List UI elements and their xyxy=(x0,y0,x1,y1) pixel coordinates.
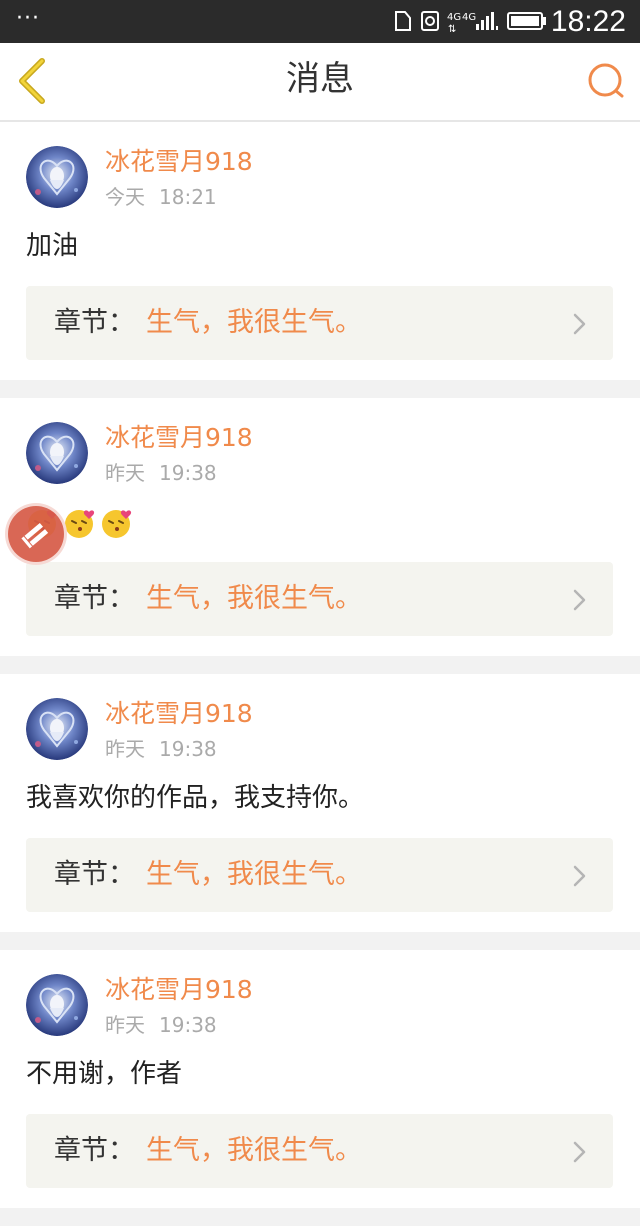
timestamp: 昨天 19:38 xyxy=(105,1012,231,1038)
timestamp-time: 19:38 xyxy=(159,737,217,761)
chevron-right-icon xyxy=(573,313,586,335)
message-list: 冰花雪月918 今天 18:21 加油 章节： 生气，我很生气。 冰花雪月918… xyxy=(0,122,640,1226)
message-card: 冰花雪月918 昨天 19:38 不用谢，作者 章节： 生气，我很生气。 xyxy=(0,950,640,1208)
chapter-name: 生气，我很生气。 xyxy=(146,307,362,338)
app-header: 消息 xyxy=(0,43,640,122)
chevron-right-icon xyxy=(573,1141,586,1163)
avatar[interactable] xyxy=(26,146,88,208)
chapter-link[interactable]: 章节： 生气，我很生气。 xyxy=(26,1114,613,1188)
floating-assist-button[interactable] xyxy=(5,503,67,565)
chapter-link[interactable]: 章节： 生气，我很生气。 xyxy=(26,286,613,360)
kiss-emoji-icon xyxy=(102,510,132,538)
user-avatar-image xyxy=(26,974,88,1036)
page-title: 消息 xyxy=(286,59,354,99)
user-avatar-image xyxy=(26,146,88,208)
svg-text:4G: 4G xyxy=(462,12,476,23)
svg-text:4G: 4G xyxy=(447,12,461,23)
chevron-right-icon xyxy=(573,589,586,611)
user-avatar-image xyxy=(26,698,88,760)
timestamp-time: 19:38 xyxy=(159,461,217,485)
message-text: 加油 xyxy=(26,231,79,261)
timestamp: 昨天 19:38 xyxy=(105,736,231,762)
timestamp: 今天 18:21 xyxy=(105,184,231,210)
username[interactable]: 冰花雪月918 xyxy=(105,422,253,454)
message-text: 我喜欢你的作品，我支持你。 xyxy=(26,783,365,813)
username[interactable]: 冰花雪月918 xyxy=(105,974,253,1006)
chapter-label: 章节： xyxy=(54,307,135,338)
chapter-label: 章节： xyxy=(54,859,135,890)
kiss-emoji-icon xyxy=(65,510,95,538)
message-card: 冰花雪月918 昨天 19:38 章节： 生气，我很生气。 xyxy=(0,398,640,656)
svg-text:⇅: ⇅ xyxy=(448,24,456,34)
search-icon xyxy=(588,63,624,98)
avatar[interactable] xyxy=(26,974,88,1036)
timestamp-day: 昨天 xyxy=(105,461,145,485)
battery-icon xyxy=(507,12,546,30)
timestamp-time: 18:21 xyxy=(159,185,217,209)
clock: 18:22 xyxy=(550,5,626,38)
status-bar: ··· 4G 4G ⇅ 18:22 xyxy=(0,0,640,43)
timestamp-day: 昨天 xyxy=(105,1013,145,1037)
username[interactable]: 冰花雪月918 xyxy=(105,698,253,730)
avatar[interactable] xyxy=(26,698,88,760)
username[interactable]: 冰花雪月918 xyxy=(105,146,253,178)
user-avatar-image xyxy=(26,422,88,484)
timestamp-day: 今天 xyxy=(105,185,145,209)
search-button[interactable] xyxy=(586,61,626,101)
timestamp: 昨天 19:38 xyxy=(105,460,231,486)
notification-dots: ··· xyxy=(16,6,40,31)
timestamp-day: 昨天 xyxy=(105,737,145,761)
chapter-link[interactable]: 章节： 生气，我很生气。 xyxy=(26,838,613,912)
signal-icon xyxy=(476,12,498,30)
chapter-name: 生气，我很生气。 xyxy=(146,583,362,614)
status-icons: 4G 4G ⇅ xyxy=(395,11,546,34)
avatar[interactable] xyxy=(26,422,88,484)
message-card: 冰花雪月918 昨天 19:38 我喜欢你的作品，我支持你。 章节： 生气，我很生… xyxy=(0,674,640,932)
message-text: 不用谢，作者 xyxy=(26,1059,183,1089)
chapter-label: 章节： xyxy=(54,583,135,614)
sim-icon xyxy=(421,11,439,31)
chapter-link[interactable]: 章节： 生气，我很生气。 xyxy=(26,562,613,636)
floating-menu-icon xyxy=(21,522,49,549)
timestamp-time: 19:38 xyxy=(159,1013,217,1037)
chapter-name: 生气，我很生气。 xyxy=(146,859,362,890)
nfc-icon xyxy=(395,11,411,31)
message-card: 冰花雪月918 今天 18:21 加油 章节： 生气，我很生气。 xyxy=(0,122,640,380)
chevron-right-icon xyxy=(573,865,586,887)
